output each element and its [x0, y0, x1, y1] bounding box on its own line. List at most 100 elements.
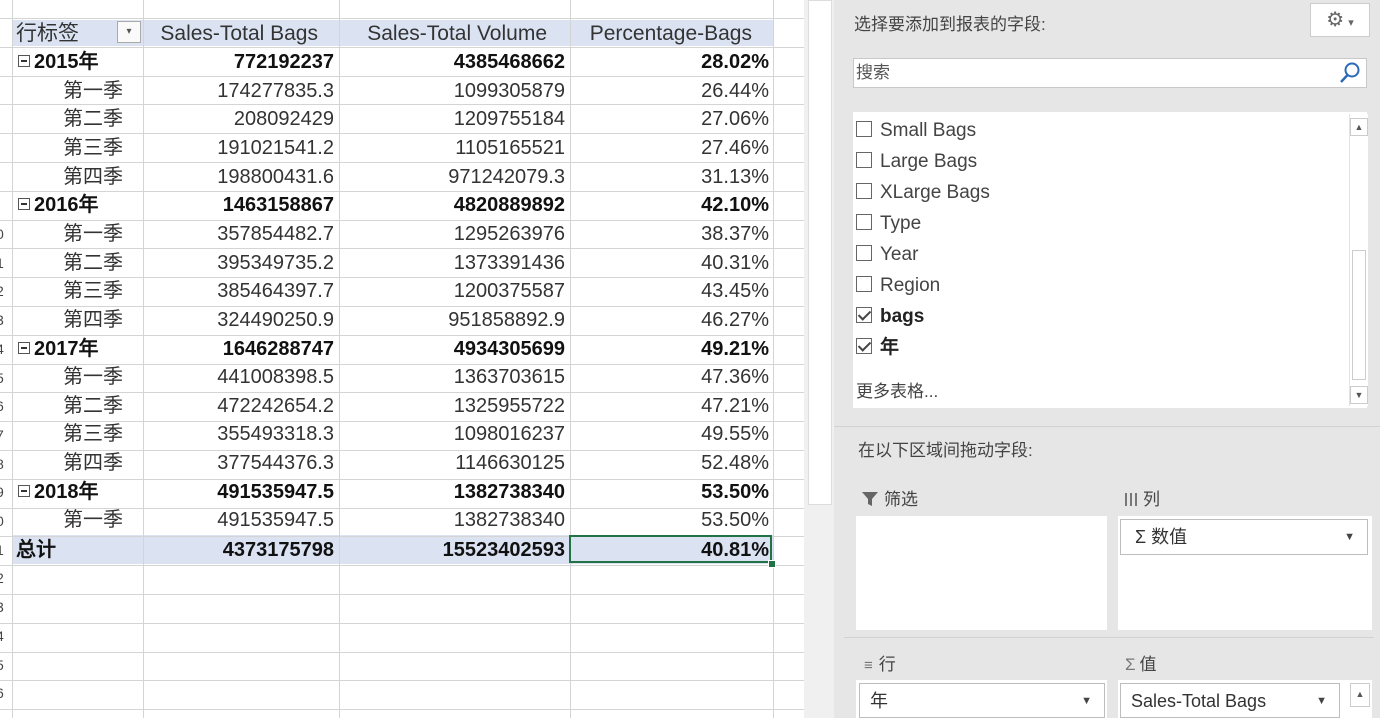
total-volume-cell[interactable]: 4385468662: [339, 48, 565, 77]
field-item[interactable]: bags: [856, 303, 924, 331]
total-bags-cell[interactable]: 491535947.5: [143, 478, 334, 507]
total-bags-cell[interactable]: 441008398.5: [143, 363, 334, 392]
total-volume-cell[interactable]: 1146630125: [339, 449, 565, 478]
checkbox-unchecked[interactable]: [856, 213, 872, 230]
checkbox-unchecked[interactable]: [856, 244, 872, 261]
total-volume-cell[interactable]: 1099305879: [339, 77, 565, 106]
field-item[interactable]: Small Bags: [856, 117, 976, 145]
filters-drop-area[interactable]: [856, 516, 1107, 630]
grand-total-volume[interactable]: 15523402593: [339, 536, 565, 565]
total-bags-cell[interactable]: 385464397.7: [143, 277, 334, 306]
total-bags-cell[interactable]: 1646288747: [143, 335, 334, 364]
chevron-down-icon[interactable]: ▼: [1081, 684, 1092, 718]
row-label-filter-button[interactable]: ▾: [117, 21, 141, 43]
percentage-bags-cell[interactable]: 52.48%: [570, 449, 769, 478]
total-bags-cell[interactable]: 395349735.2: [143, 249, 334, 278]
row-header-number[interactable]: 6: [0, 685, 6, 701]
field-item[interactable]: Large Bags: [856, 148, 977, 176]
total-volume-cell[interactable]: 1363703615: [339, 363, 565, 392]
row-header-number[interactable]: 0: [0, 513, 6, 529]
quarter-label[interactable]: 第一季: [63, 506, 123, 535]
field-list[interactable]: Small Bags Large Bags XLarge Bags Type Year R…: [853, 112, 1368, 408]
scroll-up-button[interactable]: ▲: [1350, 118, 1368, 136]
chevron-down-icon[interactable]: ▼: [1316, 684, 1327, 718]
percentage-bags-cell[interactable]: 47.21%: [570, 392, 769, 421]
fill-handle[interactable]: [768, 560, 776, 568]
quarter-label[interactable]: 第三季: [63, 420, 123, 449]
percentage-bags-cell[interactable]: 53.50%: [570, 478, 769, 507]
total-bags-cell[interactable]: 772192237: [143, 48, 334, 77]
tools-button[interactable]: ⚙ ▾: [1310, 3, 1370, 37]
quarter-label[interactable]: 第二季: [63, 392, 123, 421]
field-search-box[interactable]: [853, 58, 1367, 88]
quarter-label[interactable]: 第四季: [63, 163, 123, 192]
year-label[interactable]: 2017年: [18, 335, 99, 364]
total-volume-cell[interactable]: 1105165521: [339, 134, 565, 163]
row-header-number[interactable]: 5: [0, 370, 6, 386]
total-volume-cell[interactable]: 4934305699: [339, 335, 565, 364]
year-label[interactable]: 2015年: [18, 48, 99, 77]
collapse-icon[interactable]: [18, 54, 30, 67]
checkbox-unchecked[interactable]: [856, 275, 872, 292]
scroll-down-button[interactable]: ▼: [1350, 386, 1368, 404]
row-header-number[interactable]: 8: [0, 456, 6, 472]
percentage-bags-cell[interactable]: 38.37%: [570, 220, 769, 249]
field-item[interactable]: 年: [856, 334, 899, 362]
percentage-bags-cell[interactable]: 49.55%: [570, 420, 769, 449]
percentage-bags-cell[interactable]: 53.50%: [570, 506, 769, 535]
checkbox-unchecked[interactable]: [856, 151, 872, 168]
percentage-bags-cell[interactable]: 31.13%: [570, 163, 769, 192]
row-header-number[interactable]: 4: [0, 341, 6, 357]
values-scroll-up-button[interactable]: ▲: [1350, 683, 1370, 707]
field-list-scrollbar[interactable]: ▲ ▼: [1349, 114, 1368, 406]
checkbox-unchecked[interactable]: [856, 182, 872, 199]
total-volume-cell[interactable]: 971242079.3: [339, 163, 565, 192]
percentage-bags-cell[interactable]: 42.10%: [570, 191, 769, 220]
total-volume-cell[interactable]: 1373391436: [339, 249, 565, 278]
total-volume-cell[interactable]: 1325955722: [339, 392, 565, 421]
total-volume-cell[interactable]: 1200375587: [339, 277, 565, 306]
collapse-icon[interactable]: [18, 197, 30, 210]
quarter-label[interactable]: 第三季: [63, 134, 123, 163]
row-header-number[interactable]: 3: [0, 599, 6, 615]
year-label[interactable]: 2016年: [18, 191, 99, 220]
sheet-vertical-scrollbar[interactable]: [804, 0, 834, 718]
total-volume-cell[interactable]: 1098016237: [339, 420, 565, 449]
total-bags-cell[interactable]: 355493318.3: [143, 420, 334, 449]
total-bags-cell[interactable]: 174277835.3: [143, 77, 334, 106]
search-icon[interactable]: [1338, 61, 1362, 85]
scrollbar-track[interactable]: [808, 0, 832, 505]
checkbox-checked[interactable]: [856, 306, 872, 323]
percentage-bags-cell[interactable]: 27.46%: [570, 134, 769, 163]
total-bags-cell[interactable]: 1463158867: [143, 191, 334, 220]
total-volume-cell[interactable]: 1209755184: [339, 105, 565, 134]
row-header-number[interactable]: 1: [0, 255, 6, 271]
field-item[interactable]: Type: [856, 210, 921, 238]
quarter-label[interactable]: 第四季: [63, 306, 123, 335]
percentage-bags-cell[interactable]: 43.45%: [570, 277, 769, 306]
total-volume-cell[interactable]: 1382738340: [339, 478, 565, 507]
field-item[interactable]: Region: [856, 272, 940, 300]
total-bags-cell[interactable]: 324490250.9: [143, 306, 334, 335]
total-bags-cell[interactable]: 491535947.5: [143, 506, 334, 535]
rows-item-year[interactable]: 年 ▼: [859, 683, 1105, 718]
total-bags-cell[interactable]: 377544376.3: [143, 449, 334, 478]
row-header-number[interactable]: 1: [0, 542, 6, 558]
row-header-number[interactable]: 4: [0, 628, 6, 644]
spreadsheet-grid[interactable]: 行标签 ▾ Sales-Total Bags Sales-Total Volum…: [0, 0, 804, 718]
total-bags-cell[interactable]: 357854482.7: [143, 220, 334, 249]
percentage-bags-cell[interactable]: 47.36%: [570, 363, 769, 392]
total-bags-cell[interactable]: 208092429: [143, 105, 334, 134]
total-volume-cell[interactable]: 951858892.9: [339, 306, 565, 335]
row-header-number[interactable]: 5: [0, 657, 6, 673]
field-search-input[interactable]: [856, 61, 1336, 85]
row-header-number[interactable]: 2: [0, 283, 6, 299]
total-bags-cell[interactable]: 472242654.2: [143, 392, 334, 421]
quarter-label[interactable]: 第四季: [63, 449, 123, 478]
percentage-bags-cell[interactable]: 49.21%: [570, 335, 769, 364]
total-bags-cell[interactable]: 191021541.2: [143, 134, 334, 163]
quarter-label[interactable]: 第一季: [63, 363, 123, 392]
collapse-icon[interactable]: [18, 341, 30, 354]
row-header-number[interactable]: 0: [0, 226, 6, 242]
row-header-number[interactable]: 6: [0, 398, 6, 414]
